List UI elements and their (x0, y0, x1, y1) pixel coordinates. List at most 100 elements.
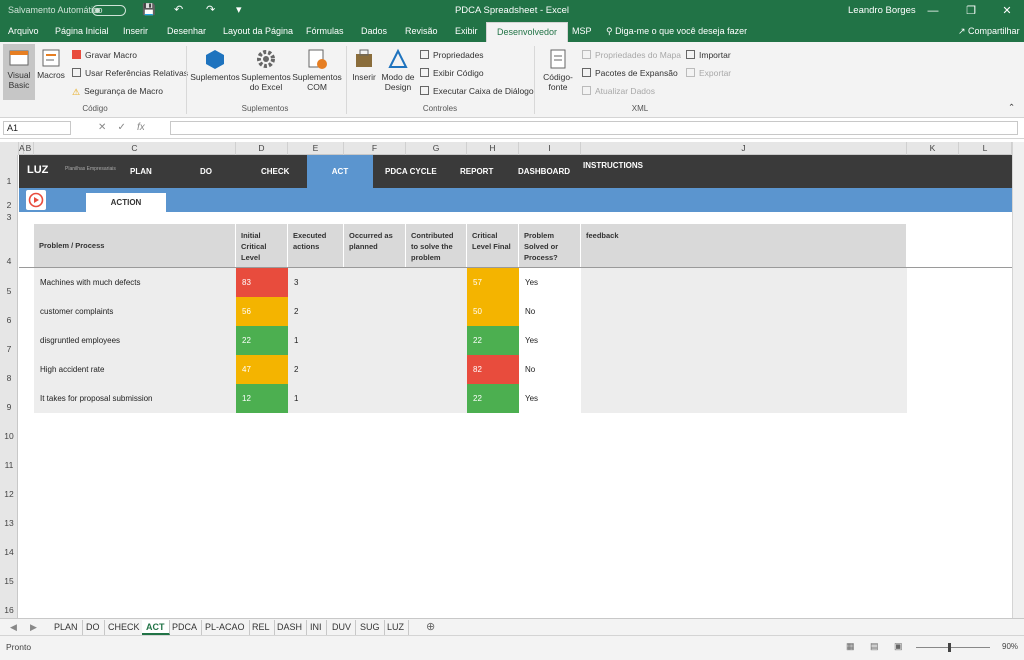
column-header-l[interactable]: L (959, 142, 1012, 155)
sheet-tab-plan[interactable]: PLAN (50, 620, 83, 635)
name-box[interactable]: A1 (3, 121, 71, 135)
sheet-tab-act[interactable]: ACT (142, 620, 170, 635)
column-header-i[interactable]: I (519, 142, 581, 155)
sheet-tab-dash[interactable]: DASH (273, 620, 308, 635)
nav-pdca-cycle[interactable]: PDCA CYCLE (385, 167, 437, 176)
zoom-level[interactable]: 90% (1002, 642, 1018, 651)
restore-icon[interactable]: ❐ (956, 2, 986, 20)
feedback-cell[interactable] (581, 326, 907, 355)
row-header-14[interactable]: 14 (0, 547, 18, 557)
sheet-tab-pdca[interactable]: PDCA (168, 620, 203, 635)
row-header-4[interactable]: 4 (0, 256, 18, 266)
cancel-icon[interactable]: ✕ (98, 122, 106, 133)
sheet-tab-do[interactable]: DO (82, 620, 105, 635)
nav-check[interactable]: CHECK (261, 167, 289, 176)
macros-button[interactable]: Macros (36, 48, 66, 80)
atualizar-dados-button[interactable]: Atualizar Dados (582, 86, 655, 96)
initial-level-cell[interactable]: 56 (236, 297, 288, 326)
initial-level-cell[interactable]: 22 (236, 326, 288, 355)
next-sheet-icon[interactable]: ▶ (26, 620, 41, 635)
solved-cell[interactable]: Yes (519, 268, 581, 297)
solved-cell[interactable]: No (519, 297, 581, 326)
row-header-9[interactable]: 9 (0, 402, 18, 412)
feedback-cell[interactable] (581, 297, 907, 326)
executed-actions-cell[interactable]: 2 (288, 355, 344, 384)
row-header-5[interactable]: 5 (0, 286, 18, 296)
column-header-k[interactable]: K (907, 142, 959, 155)
feedback-cell[interactable] (581, 384, 907, 413)
tab-dados[interactable]: Dados (361, 26, 387, 36)
sheet-tab-pl-acao[interactable]: PL-ACAO (201, 620, 250, 635)
executed-actions-cell[interactable]: 1 (288, 326, 344, 355)
occurred-cell[interactable] (344, 384, 406, 413)
fx-icon[interactable]: fx (137, 122, 145, 133)
nav-report[interactable]: REPORT (460, 167, 493, 176)
row-header-1[interactable]: 1 (0, 176, 18, 186)
pacotes-expansao-button[interactable]: Pacotes de Expansão (582, 68, 678, 78)
propriedades-button[interactable]: Propriedades (420, 50, 484, 60)
user-name[interactable]: Leandro Borges (848, 5, 916, 16)
zoom-slider[interactable] (916, 647, 990, 648)
final-level-cell[interactable]: 57 (467, 268, 519, 297)
nav-plan[interactable]: PLAN (130, 167, 152, 176)
column-header-b[interactable]: B (24, 142, 34, 155)
executed-actions-cell[interactable]: 1 (288, 384, 344, 413)
executar-caixa-button[interactable]: Executar Caixa de Diálogo (420, 86, 534, 96)
occurred-cell[interactable] (344, 355, 406, 384)
row-header-2[interactable]: 2 (0, 200, 18, 210)
close-icon[interactable]: ✕ (992, 2, 1022, 20)
contributed-cell[interactable] (406, 355, 467, 384)
exportar-button[interactable]: Exportar (686, 68, 731, 78)
normal-view-icon[interactable]: ▦ (846, 641, 855, 652)
row-header-6[interactable]: 6 (0, 315, 18, 325)
tab-inserir[interactable]: Inserir (123, 26, 148, 36)
suplementos-button[interactable]: Suplementos (190, 48, 240, 82)
initial-level-cell[interactable]: 47 (236, 355, 288, 384)
final-level-cell[interactable]: 22 (467, 384, 519, 413)
tab-arquivo[interactable]: Arquivo (8, 26, 39, 36)
nav-instructions[interactable]: INSTRUCTIONS (583, 161, 643, 171)
codigo-fonte-button[interactable]: Código-fonte (538, 48, 578, 92)
row-header-12[interactable]: 12 (0, 489, 18, 499)
action-tab[interactable]: ACTION (86, 193, 166, 212)
executed-actions-cell[interactable]: 3 (288, 268, 344, 297)
modo-design-button[interactable]: Modo de Design (380, 48, 416, 92)
play-icon[interactable] (26, 190, 46, 210)
tell-me-search[interactable]: ⚲ Diga-me o que você deseja fazer (606, 26, 747, 37)
occurred-cell[interactable] (344, 268, 406, 297)
suplementos-excel-button[interactable]: Suplementos do Excel (241, 48, 291, 92)
initial-level-cell[interactable]: 83 (236, 268, 288, 297)
nav-do[interactable]: DO (200, 167, 212, 176)
sheet-tab-sug[interactable]: SUG (356, 620, 385, 635)
sheet-tab-duv[interactable]: DUV (328, 620, 357, 635)
formula-input[interactable] (170, 121, 1018, 135)
problem-cell[interactable]: customer complaints (34, 297, 236, 326)
visual-basic-button[interactable]: Visual Basic (3, 48, 35, 90)
column-header-d[interactable]: D (236, 142, 288, 155)
sheet-tab-luz[interactable]: LUZ (383, 620, 410, 635)
final-level-cell[interactable]: 82 (467, 355, 519, 384)
tab-desenhar[interactable]: Desenhar (167, 26, 206, 36)
nav-dashboard[interactable]: DASHBOARD (518, 167, 570, 176)
vertical-scrollbar[interactable] (1012, 142, 1024, 618)
executed-actions-cell[interactable]: 2 (288, 297, 344, 326)
add-sheet-icon[interactable]: ⊕ (422, 620, 439, 635)
problem-cell[interactable]: It takes for proposal submission (34, 384, 236, 413)
collapse-ribbon-icon[interactable]: ⌃ (1008, 102, 1015, 112)
row-header-13[interactable]: 13 (0, 518, 18, 528)
row-header-10[interactable]: 10 (0, 431, 18, 441)
feedback-cell[interactable] (581, 355, 907, 384)
gravar-macro-button[interactable]: Gravar Macro (72, 50, 137, 60)
column-header-h[interactable]: H (467, 142, 519, 155)
contributed-cell[interactable] (406, 384, 467, 413)
column-header-c[interactable]: C (34, 142, 236, 155)
column-header-f[interactable]: F (344, 142, 406, 155)
solved-cell[interactable]: Yes (519, 326, 581, 355)
exibir-codigo-button[interactable]: Exibir Código (420, 68, 484, 78)
seguranca-macro-button[interactable]: ⚠ Segurança de Macro (72, 86, 163, 97)
select-all-corner[interactable] (0, 142, 19, 155)
page-layout-icon[interactable]: ▤ (870, 641, 879, 652)
importar-button[interactable]: Importar (686, 50, 731, 60)
tab-msp[interactable]: MSP (572, 26, 592, 36)
column-header-g[interactable]: G (406, 142, 467, 155)
